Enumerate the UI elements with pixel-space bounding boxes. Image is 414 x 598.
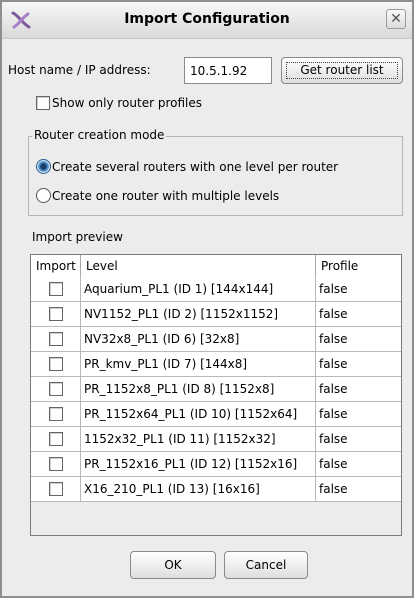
table-row[interactable]: X16_210_PL1 (ID 13) [16x16] false bbox=[31, 477, 401, 502]
table-row[interactable]: NV1152_PL1 (ID 2) [1152x1152] false bbox=[31, 302, 401, 327]
import-cell bbox=[31, 327, 81, 351]
cancel-button[interactable]: Cancel bbox=[224, 551, 308, 579]
import-checkbox[interactable] bbox=[49, 432, 63, 446]
table-row[interactable]: 1152x32_PL1 (ID 11) [1152x32] false bbox=[31, 427, 401, 452]
host-input[interactable] bbox=[184, 57, 272, 84]
level-cell: PR_1152x16_PL1 (ID 12) [1152x16] bbox=[81, 452, 316, 476]
level-cell: PR_1152x8_PL1 (ID 8) [1152x8] bbox=[81, 377, 316, 401]
table-row[interactable]: NV32x8_PL1 (ID 6) [32x8] false bbox=[31, 327, 401, 352]
ok-button[interactable]: OK bbox=[130, 551, 216, 579]
table-row[interactable]: PR_kmv_PL1 (ID 7) [144x8] false bbox=[31, 352, 401, 377]
column-header-level[interactable]: Level bbox=[81, 255, 316, 277]
column-header-import[interactable]: Import bbox=[31, 255, 81, 277]
profile-cell: false bbox=[319, 307, 348, 321]
table-row[interactable]: PR_1152x16_PL1 (ID 12) [1152x16] false bbox=[31, 452, 401, 477]
table-row[interactable]: PR_1152x64_PL1 (ID 10) [1152x64] false bbox=[31, 402, 401, 427]
profile-cell: false bbox=[319, 357, 348, 371]
import-checkbox[interactable] bbox=[49, 382, 63, 396]
column-header-profile[interactable]: Profile bbox=[316, 255, 401, 277]
import-cell bbox=[31, 402, 81, 426]
close-button[interactable]: ✕ bbox=[386, 9, 406, 29]
level-cell: NV1152_PL1 (ID 2) [1152x1152] bbox=[81, 302, 316, 326]
profile-cell: false bbox=[319, 282, 348, 296]
profile-cell: false bbox=[319, 382, 348, 396]
import-cell bbox=[31, 377, 81, 401]
radio-one-router[interactable] bbox=[36, 188, 51, 203]
level-cell: X16_210_PL1 (ID 13) [16x16] bbox=[81, 477, 316, 501]
get-router-list-button[interactable]: Get router list bbox=[281, 57, 403, 84]
import-checkbox[interactable] bbox=[49, 457, 63, 471]
focus-ring bbox=[286, 62, 398, 79]
title-bar[interactable]: Import Configuration ✕ bbox=[2, 2, 412, 39]
level-cell: PR_1152x64_PL1 (ID 10) [1152x64] bbox=[81, 402, 316, 426]
table-header: Import Level Profile bbox=[31, 255, 401, 278]
import-configuration-dialog: Import Configuration ✕ Host name / IP ad… bbox=[0, 0, 414, 598]
show-only-profiles-checkbox[interactable] bbox=[36, 96, 50, 110]
import-checkbox[interactable] bbox=[49, 407, 63, 421]
table-row[interactable]: PR_1152x8_PL1 (ID 8) [1152x8] false bbox=[31, 377, 401, 402]
router-creation-mode-group bbox=[28, 136, 403, 216]
cancel-label: Cancel bbox=[245, 558, 287, 572]
import-preview-table: Import Level Profile Aquarium_PL1 (ID 1)… bbox=[30, 254, 402, 536]
profile-cell: false bbox=[319, 482, 348, 496]
profile-cell: false bbox=[319, 332, 348, 346]
import-checkbox[interactable] bbox=[49, 307, 63, 321]
import-cell bbox=[31, 352, 81, 376]
level-cell: PR_kmv_PL1 (ID 7) [144x8] bbox=[81, 352, 316, 376]
import-cell bbox=[31, 277, 81, 301]
import-cell bbox=[31, 302, 81, 326]
table-row[interactable]: Aquarium_PL1 (ID 1) [144x144] false bbox=[31, 277, 401, 302]
host-label: Host name / IP address: bbox=[8, 63, 151, 77]
import-cell bbox=[31, 477, 81, 501]
level-cell: NV32x8_PL1 (ID 6) [32x8] bbox=[81, 327, 316, 351]
profile-cell: false bbox=[319, 432, 348, 446]
radio-one-router-label[interactable]: Create one router with multiple levels bbox=[52, 189, 279, 203]
ok-label: OK bbox=[164, 558, 182, 572]
router-creation-mode-legend: Router creation mode bbox=[32, 128, 167, 142]
import-checkbox[interactable] bbox=[49, 357, 63, 371]
profile-cell: false bbox=[319, 407, 348, 421]
show-only-profiles-label[interactable]: Show only router profiles bbox=[52, 96, 202, 110]
radio-several-routers[interactable] bbox=[36, 159, 51, 174]
level-cell: Aquarium_PL1 (ID 1) [144x144] bbox=[81, 277, 316, 301]
import-cell bbox=[31, 427, 81, 451]
import-checkbox[interactable] bbox=[49, 282, 63, 296]
import-cell bbox=[31, 452, 81, 476]
import-preview-label: Import preview bbox=[32, 230, 123, 244]
dialog-title: Import Configuration bbox=[124, 11, 290, 27]
import-checkbox[interactable] bbox=[49, 332, 63, 346]
radio-several-routers-label[interactable]: Create several routers with one level pe… bbox=[52, 160, 338, 174]
level-cell: 1152x32_PL1 (ID 11) [1152x32] bbox=[81, 427, 316, 451]
close-icon: ✕ bbox=[390, 11, 402, 27]
import-checkbox[interactable] bbox=[49, 482, 63, 496]
profile-cell: false bbox=[319, 457, 348, 471]
